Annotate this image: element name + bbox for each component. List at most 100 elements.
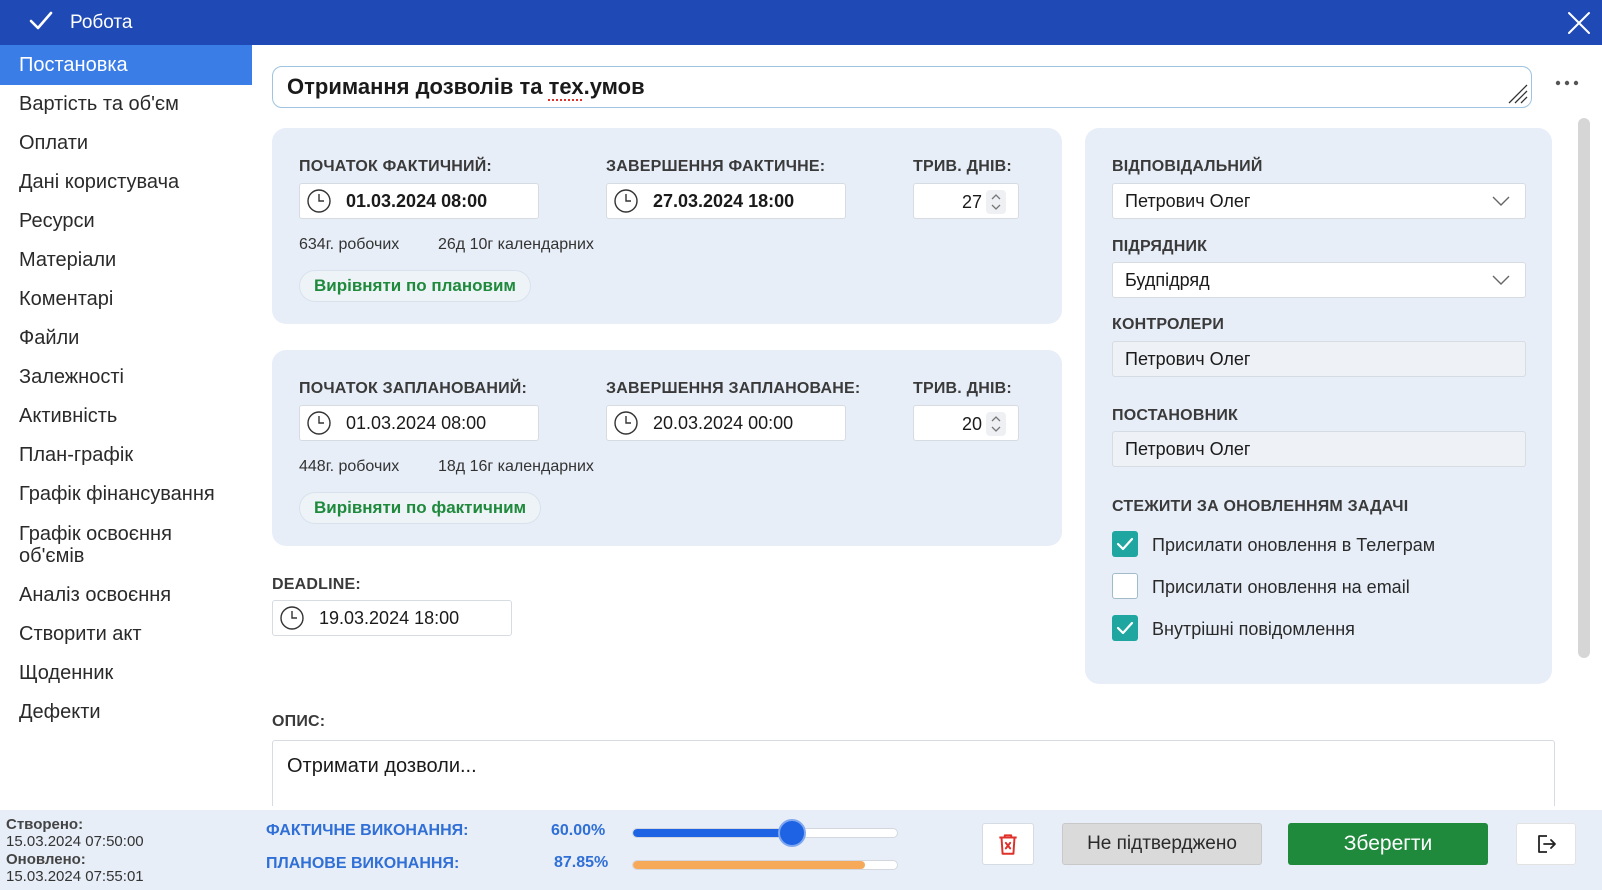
- deadline-field[interactable]: 19.03.2024 18:00: [272, 600, 512, 636]
- actual-end-label: ЗАВЕРШЕННЯ ФАКТИЧНЕ:: [606, 158, 826, 175]
- planned-end-value: 20.03.2024 00:00: [653, 412, 794, 433]
- sidebar-item-user-data[interactable]: Дані користувача: [0, 162, 252, 202]
- sidebar: Постановка Вартість та об'єм Оплати Дані…: [0, 45, 252, 810]
- sidebar-item-schedule[interactable]: План-графік: [0, 435, 252, 475]
- clock-icon: [307, 411, 331, 435]
- status-button-label: Не підтверджено: [1087, 833, 1237, 854]
- planned-progress-bar: [632, 860, 898, 870]
- sidebar-item-comments[interactable]: Коментарі: [0, 279, 252, 319]
- planned-duration-value: 20: [961, 414, 982, 434]
- window-title: Робота: [70, 12, 133, 33]
- task-title-misspelled: тех: [548, 74, 584, 99]
- telegram-checkbox[interactable]: [1112, 531, 1138, 557]
- controllers-label: КОНТРОЛЕРИ: [1112, 316, 1225, 333]
- sidebar-item-dependencies[interactable]: Залежності: [0, 357, 252, 397]
- spin-arrows-icon[interactable]: [986, 412, 1006, 436]
- created-label: Створено:: [6, 816, 84, 833]
- actual-progress-label: ФАКТИЧНЕ ВИКОНАННЯ:: [266, 822, 469, 839]
- sidebar-item-activity[interactable]: Активність: [0, 396, 252, 436]
- sidebar-item-defects[interactable]: Дефекти: [0, 692, 252, 732]
- resize-grip-icon[interactable]: [1505, 81, 1529, 105]
- planned-duration-label: ТРИВ. ДНІВ:: [913, 380, 1012, 397]
- planned-progress-fill: [633, 861, 865, 869]
- actual-end-value: 27.03.2024 18:00: [653, 190, 795, 211]
- planned-end-label: ЗАВЕРШЕННЯ ЗАПЛАНОВАНЕ:: [606, 380, 861, 397]
- task-title-input[interactable]: Отримання дозволів та тех .умов: [272, 66, 1532, 108]
- more-options-icon[interactable]: [1554, 76, 1580, 90]
- sidebar-item-label: Вартість та об'єм: [19, 92, 179, 115]
- sidebar-item-postanovka[interactable]: Постановка: [0, 45, 252, 85]
- sidebar-item-label: Активність: [19, 404, 118, 427]
- actual-work-hours: 634г. робочих: [299, 236, 400, 253]
- align-to-planned-button[interactable]: Вирівняти по плановим: [299, 270, 531, 302]
- sidebar-item-materials[interactable]: Матеріали: [0, 240, 252, 280]
- planned-start-field[interactable]: 01.03.2024 08:00: [299, 405, 539, 441]
- actual-progress-slider[interactable]: [632, 828, 898, 838]
- sidebar-item-label: Аналіз освоєння: [19, 583, 172, 606]
- checkmark-icon: [1116, 621, 1134, 635]
- description-label: ОПИС:: [272, 713, 326, 730]
- internal-messages-checkbox[interactable]: [1112, 615, 1138, 641]
- planned-start-label: ПОЧАТОК ЗАПЛАНОВАНИЙ:: [299, 380, 528, 397]
- planned-end-field[interactable]: 20.03.2024 00:00: [606, 405, 846, 441]
- deadline-label: DEADLINE:: [272, 576, 361, 593]
- sidebar-item-volume-progress[interactable]: Графік освоєння об'ємів: [0, 517, 210, 573]
- contractor-select[interactable]: Будпідряд: [1112, 262, 1526, 298]
- align-to-actual-button[interactable]: Вирівняти по фактичним: [299, 492, 542, 524]
- actual-duration-stepper[interactable]: 27: [913, 183, 1019, 219]
- close-icon[interactable]: [1566, 10, 1592, 36]
- sidebar-item-label: Графік освоєння об'ємів: [19, 523, 172, 567]
- sidebar-item-cost-volume[interactable]: Вартість та об'єм: [0, 84, 252, 124]
- actual-duration-label: ТРИВ. ДНІВ:: [913, 158, 1012, 175]
- sidebar-item-financing[interactable]: Графік фінансування: [0, 474, 252, 514]
- sidebar-item-label: Створити акт: [19, 622, 142, 645]
- task-title-prefix: Отримання дозволів та: [287, 74, 549, 99]
- responsible-value: Петрович Олег: [1125, 190, 1251, 211]
- actual-start-field[interactable]: 01.03.2024 08:00: [299, 183, 539, 219]
- description-value: Отримати дозволи...: [287, 755, 477, 777]
- status-button[interactable]: Не підтверджено: [1062, 823, 1262, 865]
- planned-duration-stepper[interactable]: 20: [913, 405, 1019, 441]
- sidebar-item-resources[interactable]: Ресурси: [0, 201, 252, 241]
- save-button-label: Зберегти: [1343, 832, 1433, 855]
- exit-button[interactable]: [1516, 823, 1576, 865]
- chevron-down-icon: [1492, 196, 1510, 206]
- controllers-field[interactable]: Петрович Олег: [1112, 341, 1526, 377]
- align-to-planned-label: Вирівняти по плановим: [314, 276, 516, 295]
- contractor-label: ПІДРЯДНИК: [1112, 238, 1208, 255]
- footer-bar: Створено: 15.03.2024 07:50:00 Оновлено: …: [0, 810, 1602, 890]
- align-to-actual-label: Вирівняти по фактичним: [314, 498, 527, 517]
- sidebar-item-label: Ресурси: [19, 209, 95, 232]
- actual-progress-handle[interactable]: [777, 819, 806, 847]
- sidebar-item-label: Дефекти: [19, 700, 101, 723]
- sidebar-item-label: Оплати: [19, 131, 89, 154]
- sidebar-item-label: Дані користувача: [19, 170, 180, 193]
- exit-icon: [1538, 835, 1556, 853]
- planned-progress-value: 87.85%: [554, 854, 609, 871]
- sidebar-item-files[interactable]: Файли: [0, 318, 252, 358]
- vertical-scrollbar[interactable]: [1578, 118, 1590, 658]
- updated-label: Оновлено:: [6, 851, 86, 868]
- created-value: 15.03.2024 07:50:00: [6, 833, 144, 850]
- description-textarea[interactable]: Отримати дозволи...: [272, 740, 1555, 806]
- sidebar-item-create-act[interactable]: Створити акт: [0, 614, 252, 654]
- actual-end-field[interactable]: 27.03.2024 18:00: [606, 183, 846, 219]
- internal-messages-checkbox-label: Внутрішні повідомлення: [1152, 619, 1355, 639]
- actual-start-label: ПОЧАТОК ФАКТИЧНИЙ:: [299, 158, 492, 175]
- updated-value: 15.03.2024 07:55:01: [6, 868, 144, 885]
- sidebar-item-diary[interactable]: Щоденник: [0, 653, 252, 693]
- actual-start-value: 01.03.2024 08:00: [346, 190, 488, 211]
- sidebar-item-label: Залежності: [19, 365, 124, 388]
- actual-calendar: 26д 10г календарних: [438, 236, 594, 253]
- delete-button[interactable]: [982, 823, 1034, 865]
- sidebar-item-analysis[interactable]: Аналіз освоєння: [0, 575, 252, 615]
- planned-progress-label: ПЛАНОВЕ ВИКОНАННЯ:: [266, 855, 460, 872]
- sidebar-item-payments[interactable]: Оплати: [0, 123, 252, 163]
- save-button[interactable]: Зберегти: [1288, 823, 1488, 865]
- spin-arrows-icon[interactable]: [986, 190, 1006, 214]
- clock-icon: [614, 189, 638, 213]
- sidebar-item-label: Матеріали: [19, 248, 117, 271]
- actual-progress-value: 60.00%: [551, 822, 606, 839]
- email-checkbox[interactable]: [1112, 573, 1138, 599]
- responsible-select[interactable]: Петрович Олег: [1112, 183, 1526, 219]
